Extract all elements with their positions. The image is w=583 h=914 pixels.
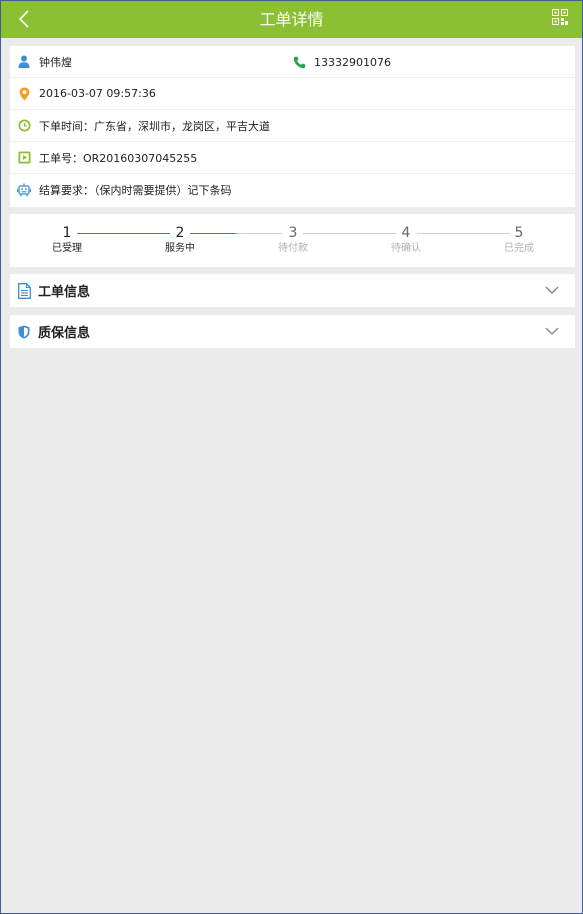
phone-number: 13332901076 — [314, 55, 391, 69]
step-label: 已完成 — [504, 243, 534, 254]
order-info-label: 工单信息 — [38, 285, 91, 300]
step-label: 待付款 — [278, 243, 308, 254]
robot-icon — [17, 183, 31, 197]
step-2: 2 服务中 — [150, 224, 210, 256]
chevron-down-icon — [545, 327, 559, 335]
step-number: 4 — [401, 225, 411, 241]
customer-info-card: 钟伟煌 13332901076 2016-03-07 09:57:36 下单时间… — [10, 46, 575, 207]
shield-icon — [17, 324, 31, 340]
location-pin-icon — [17, 87, 31, 101]
datetime-row: 2016-03-07 09:57:36 — [10, 78, 575, 110]
clock-icon — [17, 119, 31, 133]
user-icon — [17, 55, 31, 69]
order-location-row: 下单时间：广东省，深圳市，龙岗区，平吉大道 — [10, 110, 575, 142]
step-label: 待确认 — [391, 243, 421, 254]
order-info-section[interactable]: 工单信息 — [10, 274, 575, 307]
phone-icon — [292, 55, 306, 69]
customer-row: 钟伟煌 13332901076 — [10, 46, 575, 78]
order-number-text: 工单号：OR20160307045255 — [39, 151, 198, 165]
qr-code-button[interactable] — [552, 9, 572, 29]
step-label: 已受理 — [52, 243, 82, 254]
step-4: 4 待确认 — [376, 224, 436, 256]
app-header: 工单详情 — [1, 1, 582, 38]
order-number-row: 工单号：OR20160307045255 — [10, 142, 575, 174]
phone-contact[interactable]: 13332901076 — [292, 46, 391, 78]
step-number: 2 — [175, 225, 185, 241]
step-label: 服务中 — [165, 243, 195, 254]
document-icon — [17, 282, 31, 299]
qr-code-icon — [552, 9, 568, 25]
settlement-row: 结算要求：（保内时需要提供）记下条码 — [10, 174, 575, 206]
order-location-text: 下单时间：广东省，深圳市，龙岗区，平吉大道 — [39, 119, 270, 133]
settlement-text: 结算要求：（保内时需要提供）记下条码 — [39, 184, 232, 197]
chevron-down-icon — [545, 286, 559, 294]
warranty-info-section[interactable]: 质保信息 — [10, 315, 575, 348]
step-1: 1 已受理 — [37, 224, 97, 256]
page-title: 工单详情 — [259, 10, 324, 29]
play-square-icon — [17, 151, 31, 165]
step-3: 3 待付款 — [263, 224, 323, 256]
customer-name: 钟伟煌 — [39, 55, 72, 69]
app-frame: 工单详情 钟伟煌 13332901076 2016-03-07 09:57:36… — [0, 0, 583, 914]
warranty-info-label: 质保信息 — [38, 326, 91, 341]
step-number: 3 — [288, 225, 298, 241]
step-number: 5 — [514, 225, 524, 241]
step-5: 5 已完成 — [489, 224, 549, 256]
order-progress: 1 已受理 2 服务中 3 待付款 4 待确认 5 已完成 — [10, 214, 575, 267]
order-datetime: 2016-03-07 09:57:36 — [39, 87, 156, 100]
step-number: 1 — [62, 225, 72, 241]
